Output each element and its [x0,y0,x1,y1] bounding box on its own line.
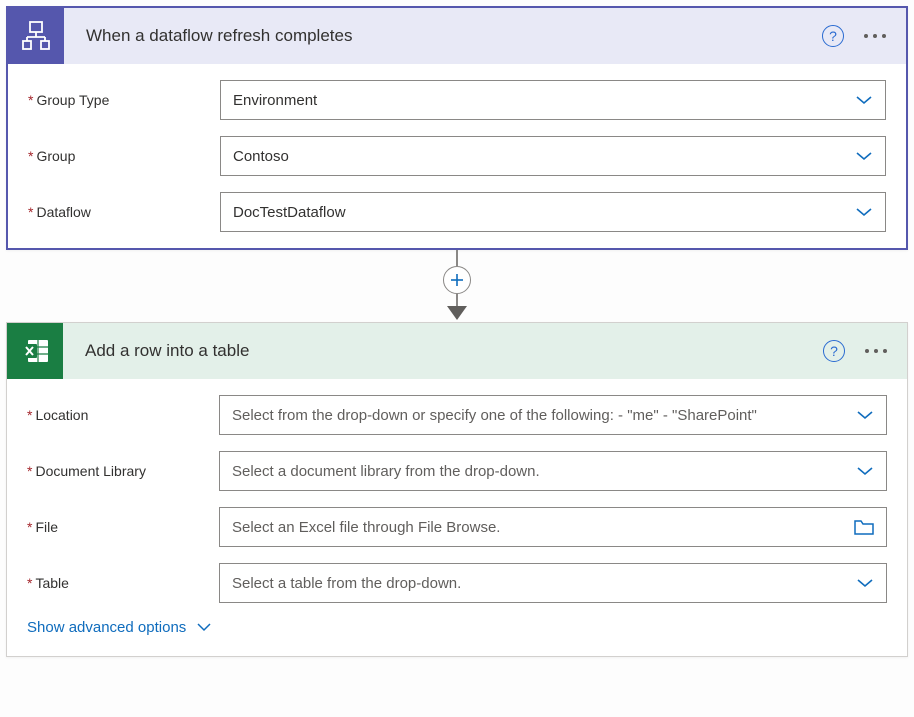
folder-icon [854,518,874,536]
more-menu-icon[interactable] [862,30,888,42]
field-group-type: *Group Type Environment [28,80,886,120]
chevron-down-icon [856,465,874,477]
field-file: *File Select an Excel file through File … [27,507,887,547]
field-label: *Dataflow [28,204,220,220]
show-advanced-link[interactable]: Show advanced options [27,619,887,636]
field-document-library: *Document Library Select a document libr… [27,451,887,491]
trigger-body: *Group Type Environment *Group Contoso *… [8,64,906,248]
trigger-card: When a dataflow refresh completes ? *Gro… [6,6,908,250]
field-label: *Location [27,407,219,423]
field-placeholder: Select an Excel file through File Browse… [232,519,846,536]
help-icon[interactable]: ? [822,25,844,47]
chevron-down-icon [855,94,873,106]
group-select[interactable]: Contoso [220,136,886,176]
table-select[interactable]: Select a table from the drop-down. [219,563,887,603]
excel-icon [7,323,63,379]
chevron-down-icon [856,577,874,589]
field-table: *Table Select a table from the drop-down… [27,563,887,603]
chevron-down-icon [855,150,873,162]
field-label: *File [27,519,219,535]
field-placeholder: Select a table from the drop-down. [232,575,848,592]
connector [6,250,908,322]
action-header[interactable]: Add a row into a table ? [7,323,907,379]
arrow-down-icon [447,306,467,320]
action-card: Add a row into a table ? *Location Selec… [6,322,908,657]
add-step-button[interactable] [443,266,471,294]
field-value: Environment [233,92,847,109]
field-label: *Document Library [27,463,219,479]
action-body: *Location Select from the drop-down or s… [7,379,907,656]
connector-line [456,294,458,306]
location-select[interactable]: Select from the drop-down or specify one… [219,395,887,435]
show-advanced-label: Show advanced options [27,619,186,636]
dataflow-icon [8,8,64,64]
action-title: Add a row into a table [63,341,823,361]
dataflow-select[interactable]: DocTestDataflow [220,192,886,232]
field-placeholder: Select a document library from the drop-… [232,463,848,480]
field-label: *Group [28,148,220,164]
field-location: *Location Select from the drop-down or s… [27,395,887,435]
field-placeholder: Select from the drop-down or specify one… [232,407,848,424]
chevron-down-icon [855,206,873,218]
field-label: *Table [27,575,219,591]
trigger-title: When a dataflow refresh completes [64,26,822,46]
group-type-select[interactable]: Environment [220,80,886,120]
chevron-down-icon [856,409,874,421]
connector-line [456,250,458,266]
field-value: DocTestDataflow [233,204,847,221]
trigger-header[interactable]: When a dataflow refresh completes ? [8,8,906,64]
file-browse[interactable]: Select an Excel file through File Browse… [219,507,887,547]
field-dataflow: *Dataflow DocTestDataflow [28,192,886,232]
more-menu-icon[interactable] [863,345,889,357]
field-label: *Group Type [28,92,220,108]
chevron-down-icon [196,619,212,636]
field-value: Contoso [233,148,847,165]
document-library-select[interactable]: Select a document library from the drop-… [219,451,887,491]
field-group: *Group Contoso [28,136,886,176]
help-icon[interactable]: ? [823,340,845,362]
